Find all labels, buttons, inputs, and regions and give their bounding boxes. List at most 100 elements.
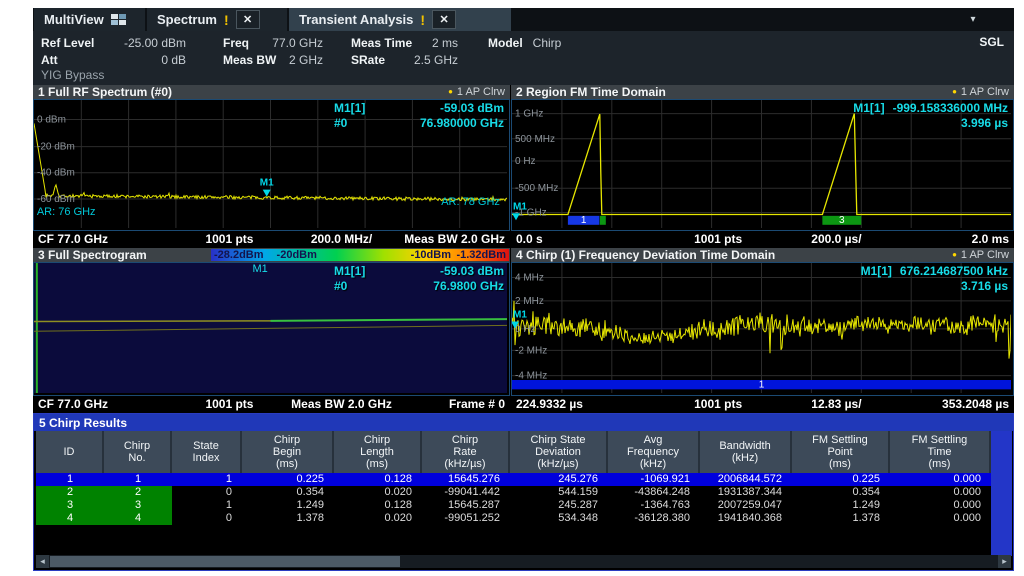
table-cell[interactable]: 1.249	[242, 499, 334, 512]
trace-badge: ● 1 AP Clrw	[952, 86, 1009, 98]
setting-srate[interactable]: SRate 2.5 GHz	[351, 52, 458, 67]
column-header[interactable]: Chirp Begin (ms)	[242, 431, 334, 473]
table-cell[interactable]: 1	[172, 499, 242, 512]
marker-readout: M1[1]-59.03 dBm #076.980000 GHz	[334, 101, 504, 131]
column-header[interactable]: Avg Frequency (kHz)	[608, 431, 700, 473]
tab-multiview[interactable]: MultiView	[34, 8, 145, 31]
table-cell[interactable]: 15645.276	[422, 473, 510, 486]
close-icon[interactable]: ✕	[236, 10, 260, 29]
table-cell[interactable]: 544.159	[510, 486, 608, 499]
table-cell[interactable]: 0.000	[890, 512, 991, 525]
multiview-grid-icon	[111, 14, 126, 25]
table-cell[interactable]: 4	[36, 512, 104, 525]
table-cell[interactable]: 0.000	[890, 499, 991, 512]
column-header[interactable]: Bandwidth (kHz)	[700, 431, 792, 473]
tab-transient-analysis[interactable]: Transient Analysis ! ✕	[289, 8, 511, 31]
scroll-right-icon[interactable]: ▸	[998, 555, 1011, 568]
table-cell[interactable]: -99041.442	[422, 486, 510, 499]
table-cell[interactable]: 0.020	[334, 486, 422, 499]
column-header[interactable]: FM Settling Time (ms)	[890, 431, 991, 473]
close-icon[interactable]: ✕	[432, 10, 456, 29]
panel-title: 1 Full RF Spectrum (#0)	[38, 85, 172, 99]
column-header[interactable]: FM Settling Point (ms)	[792, 431, 890, 473]
table-cell[interactable]: 1941840.368	[700, 512, 792, 525]
table-cell[interactable]: -99051.252	[422, 512, 510, 525]
setting-yig-bypass[interactable]: YIG Bypass	[41, 68, 104, 82]
results-table-header: IDChirp No.State IndexChirp Begin (ms)Ch…	[36, 431, 991, 473]
table-cell[interactable]: 0.225	[242, 473, 334, 486]
scroll-left-icon[interactable]: ◂	[36, 555, 49, 568]
setting-ref-level[interactable]: Ref Level -25.00 dBm	[41, 35, 186, 50]
column-header[interactable]: ID	[36, 431, 104, 473]
column-header[interactable]: Chirp State Deviation (kHz/µs)	[510, 431, 608, 473]
table-cell[interactable]: 4	[104, 512, 172, 525]
graph-chirp-frequency-deviation[interactable]: M1[1]676.214687500 kHz 3.716 µs 14 MHz2 …	[511, 262, 1014, 396]
svg-text:1: 1	[759, 379, 765, 390]
setting-meas-time[interactable]: Meas Time 2 ms	[351, 35, 458, 50]
table-cell[interactable]: 1	[36, 473, 104, 486]
horizontal-scrollbar[interactable]: ◂ ▸	[36, 555, 1011, 568]
panel-title-bar[interactable]: 2 Region FM Time Domain ● 1 AP Clrw	[511, 85, 1014, 99]
chirp-results-section: 5 Chirp Results IDChirp No.State IndexCh…	[33, 413, 1014, 571]
table-cell[interactable]: 1.378	[792, 512, 890, 525]
panel-title-bar[interactable]: 1 Full RF Spectrum (#0) ● 1 AP Clrw	[33, 85, 510, 99]
column-header[interactable]: Chirp Rate (kHz/µs)	[422, 431, 510, 473]
table-cell[interactable]: 1	[172, 473, 242, 486]
table-cell[interactable]: 0.128	[334, 473, 422, 486]
tab-spectrum[interactable]: Spectrum ! ✕	[147, 8, 287, 31]
column-header[interactable]: Chirp No.	[104, 431, 172, 473]
table-cell[interactable]: 0	[172, 512, 242, 525]
panel-title-bar[interactable]: 3 Full Spectrogram -28.2dBm -20dBm -10dB…	[33, 248, 510, 262]
table-cell[interactable]: 1.378	[242, 512, 334, 525]
table-cell[interactable]: 534.348	[510, 512, 608, 525]
spectrogram-colorbar: -28.2dBm -20dBm -10dBm -1.32dBm	[211, 249, 509, 261]
graph-region-fm-time-domain[interactable]: M1[1]-999.158336000 MHz 3.996 µs 131 GHz…	[511, 99, 1014, 231]
svg-text:-40 dBm: -40 dBm	[37, 168, 75, 179]
setting-att[interactable]: Att 0 dB	[41, 52, 186, 67]
svg-text:2 MHz: 2 MHz	[515, 296, 544, 307]
table-cell[interactable]: 2	[104, 486, 172, 499]
table-cell[interactable]: 0.000	[890, 473, 991, 486]
table-cell[interactable]: 1.249	[792, 499, 890, 512]
colorbar-label: -1.32dBm	[456, 249, 506, 261]
table-row[interactable]: 1110.2250.12815645.276245.276-1069.92120…	[36, 473, 991, 486]
settings-bar: Ref Level -25.00 dBm Freq 77.0 GHz Meas …	[33, 31, 1014, 85]
table-cell[interactable]: 0.354	[792, 486, 890, 499]
table-row[interactable]: 4401.3780.020-99051.252534.348-36128.380…	[36, 512, 991, 525]
scrollbar-thumb[interactable]	[50, 556, 400, 567]
table-cell[interactable]: 3	[36, 499, 104, 512]
table-cell[interactable]: 0.225	[792, 473, 890, 486]
table-cell[interactable]: 1931387.344	[700, 486, 792, 499]
setting-freq[interactable]: Freq 77.0 GHz	[223, 35, 323, 50]
table-row[interactable]: 3311.2490.12815645.287245.287-1364.76320…	[36, 499, 991, 512]
table-cell[interactable]: -1364.763	[608, 499, 700, 512]
column-header[interactable]: Chirp Length (ms)	[334, 431, 422, 473]
table-cell[interactable]: 3	[104, 499, 172, 512]
vertical-scrollbar[interactable]	[991, 431, 1012, 556]
setting-model[interactable]: Model Chirp	[488, 35, 561, 50]
column-header[interactable]: State Index	[172, 431, 242, 473]
table-cell[interactable]: 0	[172, 486, 242, 499]
graph-full-spectrogram[interactable]: M1[1]-59.03 dBm #076.9800 GHz M1	[33, 262, 510, 396]
table-cell[interactable]: 0.020	[334, 512, 422, 525]
table-cell[interactable]: 2	[36, 486, 104, 499]
table-cell[interactable]: 245.276	[510, 473, 608, 486]
table-cell[interactable]: 0.000	[890, 486, 991, 499]
table-cell[interactable]: 245.287	[510, 499, 608, 512]
results-title-bar[interactable]: 5 Chirp Results	[34, 414, 1013, 431]
table-cell[interactable]: -1069.921	[608, 473, 700, 486]
table-cell[interactable]: 2006844.572	[700, 473, 792, 486]
table-cell[interactable]: 15645.287	[422, 499, 510, 512]
trace-badge: ● 1 AP Clrw	[952, 249, 1009, 261]
table-cell[interactable]: -36128.380	[608, 512, 700, 525]
table-row[interactable]: 2200.3540.020-99041.442544.159-43864.248…	[36, 486, 991, 499]
table-cell[interactable]: -43864.248	[608, 486, 700, 499]
graph-full-rf-spectrum[interactable]: M1[1]-59.03 dBm #076.980000 GHz 0 dBm-20…	[33, 99, 510, 231]
table-cell[interactable]: 0.128	[334, 499, 422, 512]
table-cell[interactable]: 2007259.047	[700, 499, 792, 512]
setting-meas-bw[interactable]: Meas BW 2 GHz	[223, 52, 323, 67]
tab-list-dropdown-button[interactable]: ▾	[960, 11, 986, 28]
table-cell[interactable]: 0.354	[242, 486, 334, 499]
table-cell[interactable]: 1	[104, 473, 172, 486]
panel-title-bar[interactable]: 4 Chirp (1) Frequency Deviation Time Dom…	[511, 248, 1014, 262]
